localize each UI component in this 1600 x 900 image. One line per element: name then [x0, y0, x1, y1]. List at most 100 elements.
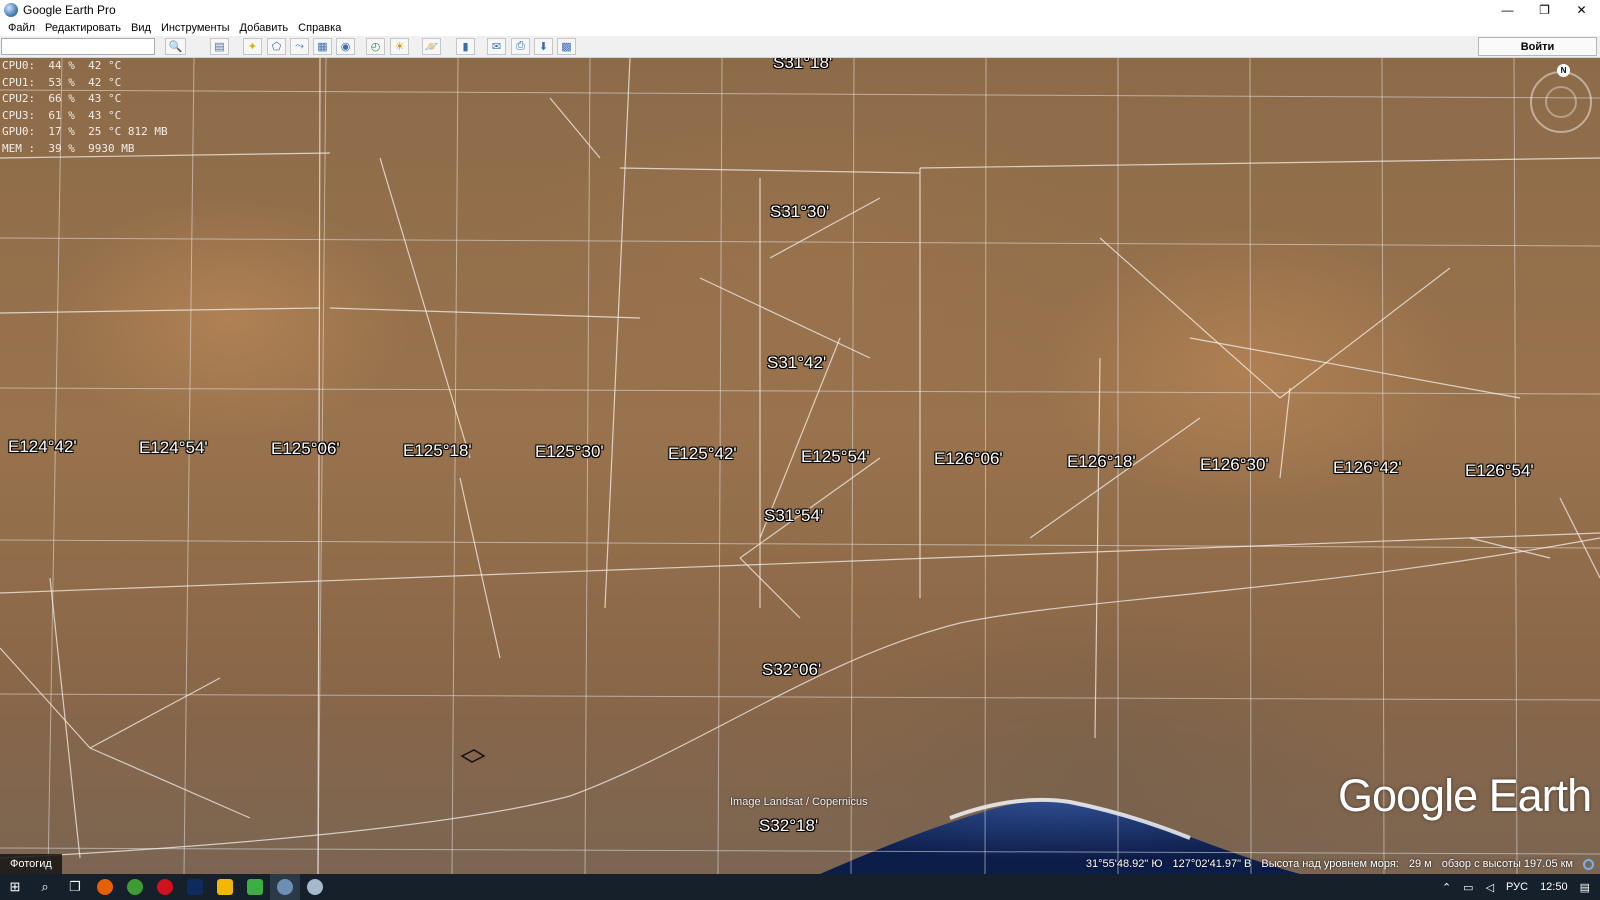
- taskbar-app-opera[interactable]: [150, 874, 180, 900]
- path-icon: ⤳: [295, 40, 304, 52]
- taskbar-app-firefox[interactable]: [90, 874, 120, 900]
- ruler-icon: ▮: [462, 41, 469, 53]
- elevation-value: 29 м: [1408, 858, 1432, 870]
- longitude-readout: 127°02'41.97" В: [1172, 858, 1252, 870]
- taskbar-app-explorer[interactable]: [210, 874, 240, 900]
- menu-edit[interactable]: Редактировать: [45, 22, 121, 34]
- menu-view[interactable]: Вид: [131, 22, 151, 34]
- window-controls: — ❐ ✕: [1489, 0, 1600, 19]
- polygon-icon: ⬠: [271, 41, 282, 53]
- streaming-indicator-icon: [1583, 858, 1594, 870]
- signin-button[interactable]: Войти: [1478, 37, 1597, 56]
- grid-lat-label: S31°54': [764, 506, 824, 525]
- windows-taskbar: ⊞ ⌕ ❐ ⌃ ▭ ◁ РУС 12:50 ▤: [0, 874, 1600, 900]
- task-view-button[interactable]: ❐: [60, 874, 90, 900]
- print-button[interactable]: ⎙: [511, 38, 530, 55]
- add-polygon-button[interactable]: ⬠: [267, 38, 286, 55]
- taskbar-app-google-earth[interactable]: [270, 874, 300, 900]
- taskbar-app-chrome[interactable]: [120, 874, 150, 900]
- task-view-icon: ❐: [69, 879, 81, 894]
- latitude-readout: 31°55'48.92" Ю: [1085, 858, 1163, 870]
- placemark-outline: [460, 749, 486, 763]
- save-image-button[interactable]: ⬇: [534, 38, 553, 55]
- historical-imagery-button[interactable]: ◴: [366, 38, 385, 55]
- menu-bar: Файл Редактировать Вид Инструменты Добав…: [0, 19, 1600, 36]
- taskbar-app-google-earth-2[interactable]: [300, 874, 330, 900]
- google-earth-logo: Google Earth: [1338, 770, 1592, 821]
- folder-icon: [217, 879, 233, 895]
- north-indicator[interactable]: N: [1557, 64, 1570, 77]
- windows-logo-icon: ⊞: [9, 879, 21, 894]
- placemark-icon: ✦: [247, 41, 258, 53]
- network-icon[interactable]: ▭: [1463, 881, 1473, 894]
- grid-lat-label: S31°30': [770, 202, 830, 221]
- grid-lat-label: S31°18': [773, 58, 833, 72]
- print-icon: ⎙: [516, 40, 525, 52]
- navigation-compass[interactable]: N: [1530, 64, 1592, 133]
- close-button[interactable]: ✕: [1563, 0, 1600, 19]
- toolbar: 🔍 ▤ ✦ ⬠ ⤳ ▦ ◉ ◴ ☀ 🪐 ▮ ✉ ⎙ ⬇ ▩ Войти: [0, 36, 1600, 58]
- start-button[interactable]: ⊞: [0, 874, 30, 900]
- grid-lon-label: E125°06': [271, 439, 340, 458]
- eye-altitude-readout: обзор с высоты 197.05 км: [1441, 858, 1573, 870]
- maps-button[interactable]: ▩: [557, 38, 576, 55]
- record-tour-icon: ◉: [340, 41, 351, 53]
- clock[interactable]: 12:50: [1540, 881, 1568, 893]
- search-icon: ⌕: [41, 879, 49, 894]
- menu-tools[interactable]: Инструменты: [161, 22, 230, 34]
- input-language[interactable]: РУС: [1506, 881, 1528, 893]
- grid-lon-label: E126°06': [934, 449, 1003, 468]
- grid-lon-label: E125°42': [668, 444, 737, 463]
- ruler-button[interactable]: ▮: [456, 38, 475, 55]
- osd-cpu3: CPU3: 61 % 43 °C: [2, 108, 122, 122]
- grid-lat-label: S31°42': [767, 353, 827, 372]
- title-bar: Google Earth Pro — ❐ ✕: [0, 0, 1600, 19]
- map-viewport[interactable]: CPU0: 44 % 42 °C CPU1: 53 % 42 °C CPU2: 66…: [0, 58, 1600, 874]
- grid-lat-label: S32°18': [759, 816, 819, 835]
- google-earth-app-icon: [4, 2, 18, 17]
- greenshot-icon: [247, 879, 263, 895]
- email-button[interactable]: ✉: [487, 38, 506, 55]
- tour-guide-button[interactable]: Фотогид: [0, 854, 62, 874]
- compass-ring-icon[interactable]: [1545, 86, 1577, 118]
- firefox-icon: [97, 879, 113, 895]
- taskbar-app-greenshot[interactable]: [240, 874, 270, 900]
- search-taskbar-button[interactable]: ⌕: [30, 874, 60, 900]
- taskbar-app-photoshop[interactable]: [180, 874, 210, 900]
- notifications-icon[interactable]: ▤: [1580, 881, 1590, 894]
- menu-help[interactable]: Справка: [298, 22, 341, 34]
- sunlight-button[interactable]: ☀: [390, 38, 409, 55]
- grid-lon-label: E124°54': [139, 438, 208, 457]
- osd-gpu0: GPU0: 17 % 25 °C 812 MB: [2, 125, 168, 138]
- record-tour-button[interactable]: ◉: [336, 38, 355, 55]
- search-input[interactable]: [1, 38, 155, 55]
- osd-cpu1: CPU1: 53 % 42 °C: [2, 75, 122, 89]
- volume-icon[interactable]: ◁: [1486, 881, 1494, 894]
- menu-add[interactable]: Добавить: [240, 22, 289, 34]
- tray-chevron-icon[interactable]: ⌃: [1442, 881, 1451, 894]
- email-icon: ✉: [491, 41, 502, 53]
- osd-cpu2: CPU2: 66 % 43 °C: [2, 92, 122, 105]
- search-button[interactable]: 🔍: [165, 38, 186, 55]
- restore-button[interactable]: ❐: [1526, 0, 1563, 19]
- grid-lon-label: E126°18': [1067, 452, 1136, 471]
- chrome-icon: [127, 879, 143, 895]
- imagery-credit: Image Landsat / Copernicus: [730, 796, 868, 808]
- add-overlay-button[interactable]: ▦: [313, 38, 332, 55]
- search-icon: 🔍: [168, 41, 183, 53]
- grid-lon-label: E125°54': [801, 447, 870, 466]
- map-icon: ▩: [561, 41, 572, 53]
- menu-file[interactable]: Файл: [8, 22, 35, 34]
- planets-button[interactable]: 🪐: [422, 38, 441, 55]
- window-title: Google Earth Pro: [23, 2, 116, 17]
- add-path-button[interactable]: ⤳: [290, 38, 309, 55]
- grid-lon-label: E124°42': [8, 437, 77, 456]
- osd-mem: MEM : 39 % 9930 MB: [2, 141, 135, 155]
- sidebar-toggle-button[interactable]: ▤: [210, 38, 229, 55]
- system-monitor-overlay: CPU0: 44 % 42 °C CPU1: 53 % 42 °C CPU2: 66…: [2, 58, 168, 157]
- google-earth-icon: [307, 879, 323, 895]
- grid-lon-label: E126°54': [1465, 461, 1534, 480]
- elevation-label: Высота над уровнем моря:: [1261, 858, 1399, 870]
- minimize-button[interactable]: —: [1489, 0, 1526, 19]
- add-placemark-button[interactable]: ✦: [243, 38, 262, 55]
